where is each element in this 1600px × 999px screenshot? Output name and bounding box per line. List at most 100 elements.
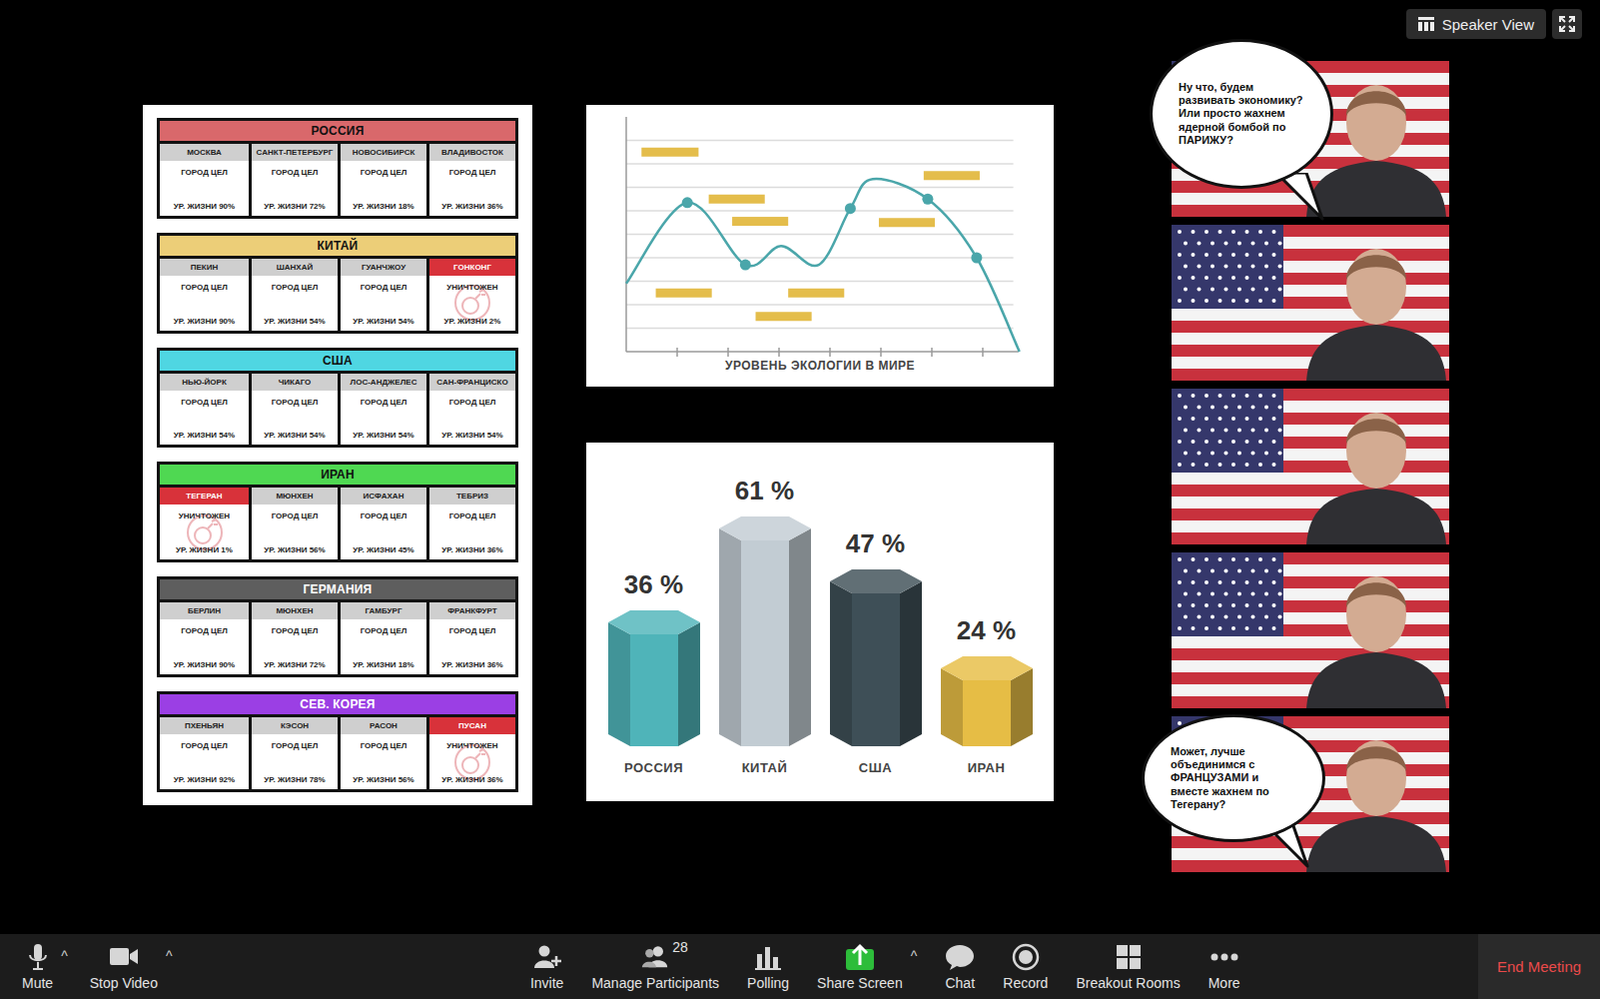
x-tick [828, 347, 831, 357]
life-level: УР. ЖИЗНИ 2% [444, 316, 502, 326]
grid-line [626, 139, 1014, 142]
options-caret[interactable]: ^ [910, 947, 918, 964]
share-screen-icon [844, 942, 875, 971]
life-level: УР. ЖИЗНИ 90% [173, 316, 235, 326]
end-meeting-button[interactable]: End Meeting [1478, 933, 1600, 999]
x-tick [981, 347, 984, 357]
city-name: ШАНХАЙ [276, 262, 313, 272]
city-status: ГОРОД ЦЕЛ [360, 511, 408, 521]
video-feed [1171, 224, 1450, 381]
city-status: ГОРОД ЦЕЛ [271, 282, 319, 292]
city-header: САНКТ-ПЕТЕРБУРГ [251, 143, 338, 161]
speaker-view-button[interactable]: Speaker View [1406, 8, 1547, 39]
country-name: ИРАН [320, 467, 355, 482]
city-status: ГОРОД ЦЕЛ [271, 741, 319, 751]
country-status-card: РОССИЯ МОСКВА ГОРОД ЦЕЛ УР. ЖИЗНИ 90% САНКТ-… [142, 104, 533, 805]
breakout-rooms-button[interactable]: Breakout Rooms [1075, 941, 1180, 991]
life-level: УР. ЖИЗНИ 56% [352, 775, 414, 785]
data-point [740, 259, 752, 271]
record-button[interactable]: Record [1002, 941, 1048, 991]
toolbar-label: Record [1002, 974, 1048, 991]
toolbar-label: Manage Participants [591, 974, 720, 991]
toolbar-icon-box [753, 941, 784, 972]
chat-button[interactable]: Chat [944, 941, 975, 991]
city-cell: ЛОС-АНДЖЕЛЕСГОРОД ЦЕЛУР. ЖИЗНИ 54% [337, 373, 427, 446]
city-header: МОСКВА [159, 143, 249, 161]
country-header: РОССИЯ [159, 120, 516, 144]
polling-button[interactable]: Polling [747, 941, 790, 991]
city-cell: ГАМБУРГГОРОД ЦЕЛУР. ЖИЗНИ 18% [337, 602, 427, 675]
city-cell: САНКТ-ПЕТЕРБУРГГОРОД ЦЕЛУР. ЖИЗНИ 72% [248, 143, 338, 216]
bar-column: 61 %КИТАЙ [719, 475, 811, 776]
toolbar-icon-box [22, 941, 53, 972]
country-header: КИТАЙ [159, 235, 516, 259]
bar [608, 610, 701, 747]
city-status: ГОРОД ЦЕЛ [180, 741, 228, 751]
city-body: ГОРОД ЦЕЛУР. ЖИЗНИ 72% [251, 619, 338, 675]
city-header: ПЕКИН [159, 258, 249, 276]
toolbar-item: Record [1002, 941, 1048, 991]
options-caret[interactable]: ^ [165, 947, 173, 964]
city-status: ГОРОД ЦЕЛ [180, 282, 228, 292]
city-name: ФРАНКФУРТ [447, 606, 497, 616]
city-status: ГОРОД ЦЕЛ [180, 397, 228, 407]
city-row: ПЕКИН ГОРОД ЦЕЛ УР. ЖИЗНИ 90% ШАНХАЙ ГОРОД Ц… [159, 258, 516, 331]
toolbar-item: Polling [747, 941, 790, 991]
city-body: УНИЧТОЖЕНУР. ЖИЗНИ 1% [159, 504, 249, 560]
bar-column: 24 %ИРАН [940, 615, 1033, 776]
toolbar-item: More [1208, 941, 1241, 991]
more-button[interactable]: More [1208, 941, 1241, 991]
video-tile [1171, 224, 1450, 381]
life-level: УР. ЖИЗНИ 90% [173, 660, 235, 670]
invite-button[interactable]: Invite [530, 941, 564, 991]
x-tick [930, 347, 933, 357]
toolbar-item: Share Screen ^ [816, 941, 917, 991]
city-body: ГОРОД ЦЕЛУР. ЖИЗНИ 56% [340, 734, 427, 790]
city-header: РАСОН [340, 717, 427, 735]
city-header: ЛОС-АНДЖЕЛЕС [340, 373, 427, 391]
city-name: МОСКВА [186, 147, 222, 157]
city-cell: ФРАНКФУРТГОРОД ЦЕЛУР. ЖИЗНИ 36% [426, 602, 516, 675]
city-name: ПЕКИН [190, 262, 219, 272]
life-level: УР. ЖИЗНИ 45% [352, 545, 414, 555]
view-controls: Speaker View [1406, 8, 1583, 39]
city-name: ВЛАДИВОСТОК [441, 147, 504, 157]
life-level: УР. ЖИЗНИ 78% [263, 775, 325, 785]
bar-prism [608, 610, 701, 747]
city-status: УНИЧТОЖЕН [446, 282, 498, 292]
bar-chart-icon [754, 943, 783, 970]
city-cell: МЮНХЕН ГОРОД ЦЕЛУР. ЖИЗНИ 72% [248, 602, 338, 675]
stop-video-button[interactable]: Stop Video [89, 941, 158, 991]
x-tick [727, 347, 730, 357]
participants-button[interactable]: 28Manage Participants [591, 941, 720, 991]
x-tick [778, 347, 781, 357]
bar-label: КИТАЙ [742, 760, 789, 776]
city-name: МЮНХЕН [275, 606, 313, 616]
bar-value: 36 % [624, 569, 684, 601]
share-screen-button[interactable]: Share Screen [816, 941, 903, 991]
city-body: ГОРОД ЦЕЛУР. ЖИЗНИ 54% [340, 275, 427, 331]
fullscreen-button[interactable] [1552, 8, 1583, 39]
life-level: УР. ЖИЗНИ 54% [263, 316, 325, 326]
bar-column: 47 %США [829, 528, 922, 776]
city-status: ГОРОД ЦЕЛ [271, 167, 319, 177]
mute-button[interactable]: Mute [21, 941, 53, 991]
country-name: США [322, 353, 353, 368]
video-tile [1171, 388, 1450, 545]
record-icon [1011, 942, 1040, 971]
city-header: ТЕБРИЗ [429, 487, 516, 505]
city-body: ГОРОД ЦЕЛ УР. ЖИЗНИ 45% [340, 504, 427, 560]
annotation-bar [656, 288, 713, 298]
video-feed [1171, 552, 1450, 709]
toolbar-label: Invite [530, 974, 564, 991]
city-name: ТЕГЕРАН [185, 491, 222, 501]
city-name: БЕРЛИН [187, 606, 221, 616]
city-cell: НОВОСИБИРСКГОРОД ЦЕЛУР. ЖИЗНИ 18% [337, 143, 427, 216]
toolbar-left-group: Mute ^ Stop Video ^ [0, 933, 173, 999]
country-name: РОССИЯ [311, 123, 365, 138]
options-caret[interactable]: ^ [60, 947, 68, 964]
city-body: ГОРОД ЦЕЛУР. ЖИЗНИ 54% [340, 390, 427, 446]
country-name: КИТАЙ [317, 238, 359, 253]
city-name: ПХЕНЬЯН [184, 721, 224, 731]
toolbar-label: Breakout Rooms [1075, 974, 1180, 991]
